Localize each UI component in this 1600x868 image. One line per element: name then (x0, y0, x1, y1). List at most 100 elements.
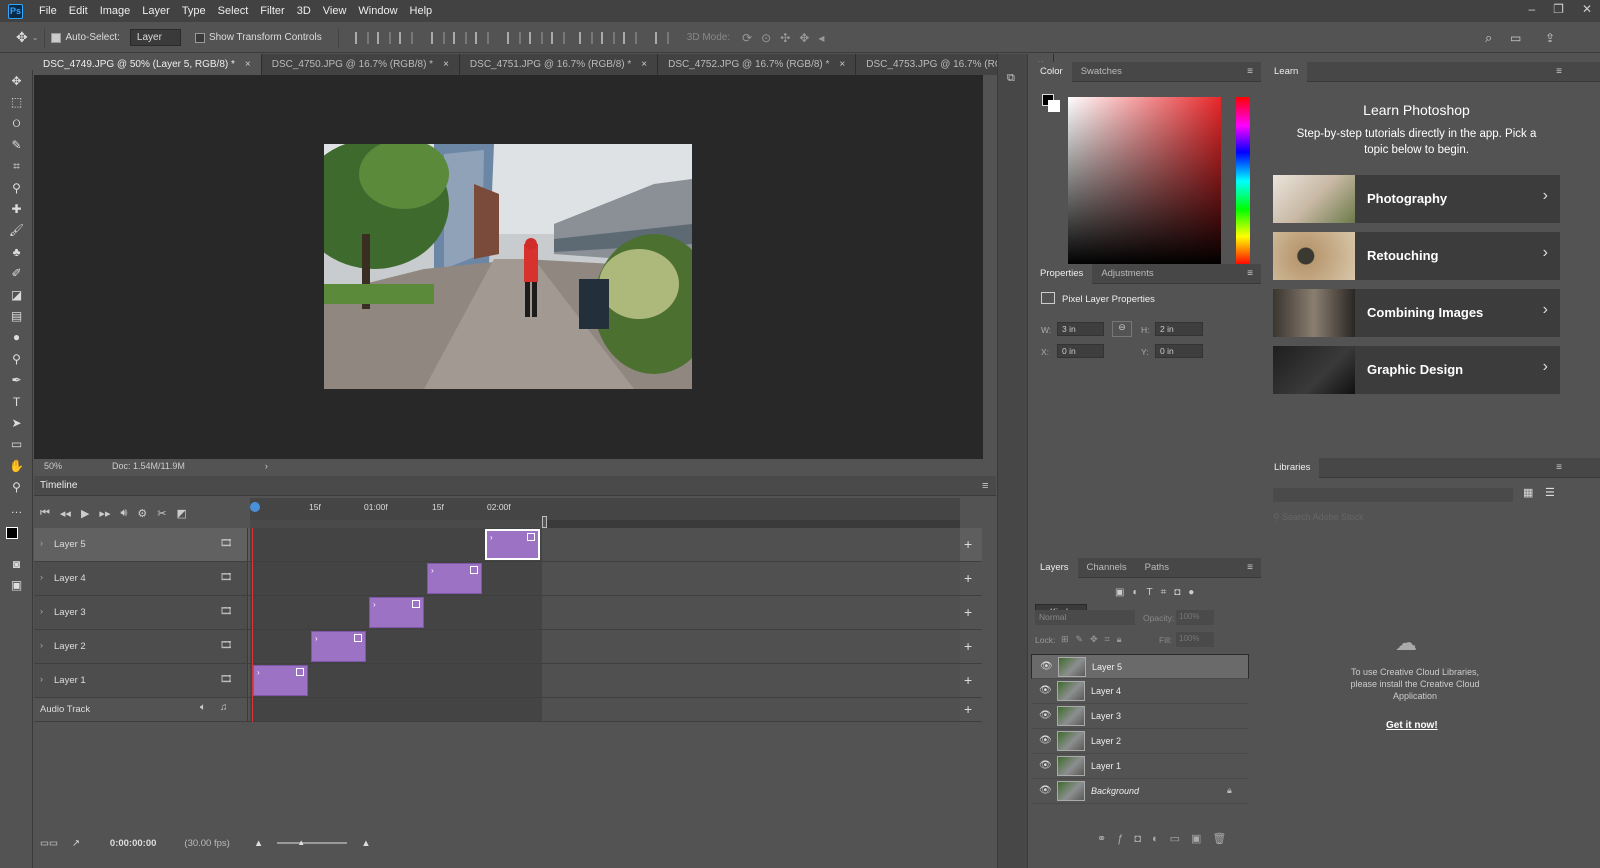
prev-frame-icon[interactable]: ◂◂ (60, 507, 71, 520)
menu-select[interactable]: Select (212, 5, 255, 17)
distribute-left-icon[interactable] (578, 31, 593, 44)
grid-view-icon[interactable]: ▦ (1523, 486, 1533, 499)
tab-adjustments[interactable]: Adjustments (1092, 264, 1162, 284)
close-icon[interactable]: × (245, 59, 251, 70)
3d-tools-icons[interactable]: ⟳⊙✣✥◂ (742, 31, 833, 45)
blend-mode-dropdown[interactable]: Normal (1035, 610, 1135, 625)
doc-tab-2[interactable]: DSC_4750.JPG @ 16.7% (RGB/8) * × (262, 54, 460, 75)
lock-icons[interactable]: ⊞✎✥⌗🔒︎ (1061, 634, 1128, 645)
zoom-tool-icon[interactable]: ⚲ (0, 476, 33, 497)
doc-tab-1[interactable]: DSC_4749.JPG @ 50% (Layer 5, RGB/8) * × (33, 54, 262, 75)
type-tool-icon[interactable]: T (0, 391, 33, 412)
menu-type[interactable]: Type (176, 5, 212, 17)
distribute-top-icon[interactable] (506, 31, 521, 44)
render-icon[interactable]: ↗ (72, 838, 80, 849)
tab-color[interactable]: Color (1031, 61, 1072, 82)
tab-paths[interactable]: Paths (1136, 558, 1178, 578)
rectangle-tool-icon[interactable]: ▭ (0, 434, 33, 455)
menu-edit[interactable]: Edit (63, 5, 94, 17)
hand-tool-icon[interactable]: ✋ (0, 455, 33, 476)
blur-tool-icon[interactable]: ● (0, 327, 33, 348)
tab-swatches[interactable]: Swatches (1072, 62, 1131, 82)
layer-filter-icons[interactable]: ▣◐T⌗◘● (1115, 587, 1202, 598)
film-icon[interactable]: 🎞︎ (220, 606, 233, 617)
chevron-down-icon[interactable]: ⌄ (32, 33, 39, 42)
learn-card-graphic-design[interactable]: Graphic Design › (1273, 346, 1560, 394)
next-frame-icon[interactable]: ▸▸ (99, 507, 110, 520)
document-photo[interactable] (324, 144, 692, 389)
track-layer-1[interactable]: › Layer 1 🎞︎ › + (34, 664, 982, 698)
foreground-color[interactable] (6, 527, 18, 540)
height-field[interactable]: 2 in (1155, 322, 1203, 336)
close-window-button[interactable]: ✕ (1582, 2, 1592, 16)
add-media-icon[interactable]: + (964, 536, 972, 552)
doc-tab-4[interactable]: DSC_4752.JPG @ 16.7% (RGB/8) * × (658, 54, 857, 75)
layer-name[interactable]: Layer 1 (1091, 761, 1121, 771)
panel-menu-icon[interactable]: ≡ (982, 480, 988, 492)
tab-channels[interactable]: Channels (1078, 558, 1136, 578)
chevron-right-icon[interactable]: › (40, 606, 43, 616)
eye-icon[interactable]: 👁︎ (1040, 661, 1053, 672)
healing-tool-icon[interactable]: ✚ (0, 198, 33, 219)
eye-icon[interactable]: 👁︎ (1039, 685, 1052, 696)
panel-menu-icon[interactable]: ≡ (1556, 66, 1562, 77)
eye-icon[interactable]: 👁︎ (1039, 710, 1052, 721)
align-right-icon[interactable] (474, 31, 489, 44)
screen-mode-icon[interactable]: ▣ (0, 575, 33, 596)
pen-tool-icon[interactable]: ✒ (0, 369, 33, 390)
layer-row-1[interactable]: 👁︎ Layer 1 (1031, 754, 1249, 779)
panel-menu-icon[interactable]: ≡ (1247, 66, 1253, 77)
color-picker-field[interactable] (1068, 97, 1221, 265)
settings-icon[interactable]: ⚙ (137, 507, 147, 520)
audio-mute-icon[interactable]: 🔈︎ (200, 702, 206, 713)
restore-button[interactable]: ❐ (1553, 2, 1564, 16)
eraser-tool-icon[interactable]: ◪ (0, 284, 33, 305)
menu-layer[interactable]: Layer (136, 5, 176, 17)
menu-image[interactable]: Image (94, 5, 137, 17)
align-bottom-icon[interactable] (398, 31, 413, 44)
list-view-icon[interactable]: ☰ (1545, 486, 1555, 499)
library-dropdown[interactable] (1273, 488, 1513, 502)
panel-menu-icon[interactable]: ≡ (1247, 268, 1253, 279)
distribute-hcenter-icon[interactable] (600, 31, 615, 44)
work-area-range[interactable] (250, 520, 544, 528)
first-frame-icon[interactable]: ⏮ (40, 507, 50, 520)
stock-search-input[interactable]: ⚲ Search Adobe Stock (1273, 512, 1364, 523)
add-media-icon[interactable]: + (964, 672, 972, 688)
marquee-tool-icon[interactable]: ⬚ (0, 91, 33, 112)
eyedropper-tool-icon[interactable]: ⚲ (0, 177, 33, 198)
color-swatches[interactable] (0, 519, 33, 553)
track-layer-3[interactable]: › Layer 3 🎞︎ › + (34, 596, 982, 630)
x-field[interactable]: 0 in (1057, 344, 1104, 358)
menu-filter[interactable]: Filter (254, 5, 290, 17)
layer-name[interactable]: Layer 4 (1091, 686, 1121, 696)
chevron-right-icon[interactable]: › (265, 461, 268, 471)
layer-row-3[interactable]: 👁︎ Layer 3 (1031, 704, 1249, 729)
menu-file[interactable]: File (33, 5, 63, 17)
playhead-handle[interactable] (250, 502, 260, 512)
audio-icon[interactable]: 🔊︎ (120, 507, 127, 520)
layer-actions[interactable]: ⚭ƒ◘◐▭▣🗑︎ (1097, 832, 1237, 845)
clip-layer-3[interactable]: › (369, 597, 424, 628)
music-note-icon[interactable]: ♫ (220, 702, 228, 713)
tab-learn[interactable]: Learn (1265, 61, 1308, 82)
add-media-icon[interactable]: + (964, 638, 972, 654)
gradient-tool-icon[interactable]: ▤ (0, 305, 33, 326)
chevron-right-icon[interactable]: › (40, 674, 43, 684)
layer-name[interactable]: Layer 2 (1091, 736, 1121, 746)
history-brush-icon[interactable]: ✐ (0, 263, 33, 284)
more-tools-icon[interactable]: … (0, 498, 33, 519)
transition-icon[interactable]: ◩ (177, 507, 187, 520)
fill-field[interactable]: 100% (1176, 632, 1214, 647)
close-icon[interactable]: × (839, 59, 845, 70)
zoom-level[interactable]: 50% (44, 461, 62, 471)
eye-icon[interactable]: 👁︎ (1039, 760, 1052, 771)
chevron-right-icon[interactable]: › (40, 572, 43, 582)
zoom-out-icon[interactable]: ▲ (254, 838, 263, 849)
quick-mask-icon[interactable]: ◙ (0, 553, 33, 574)
clip-layer-4[interactable]: › (427, 563, 482, 594)
get-it-now-link[interactable]: Get it now! (1386, 720, 1438, 731)
distribute-right-icon[interactable] (622, 31, 637, 44)
menu-3d[interactable]: 3D (291, 5, 317, 17)
align-hcenter-icon[interactable] (452, 31, 467, 44)
